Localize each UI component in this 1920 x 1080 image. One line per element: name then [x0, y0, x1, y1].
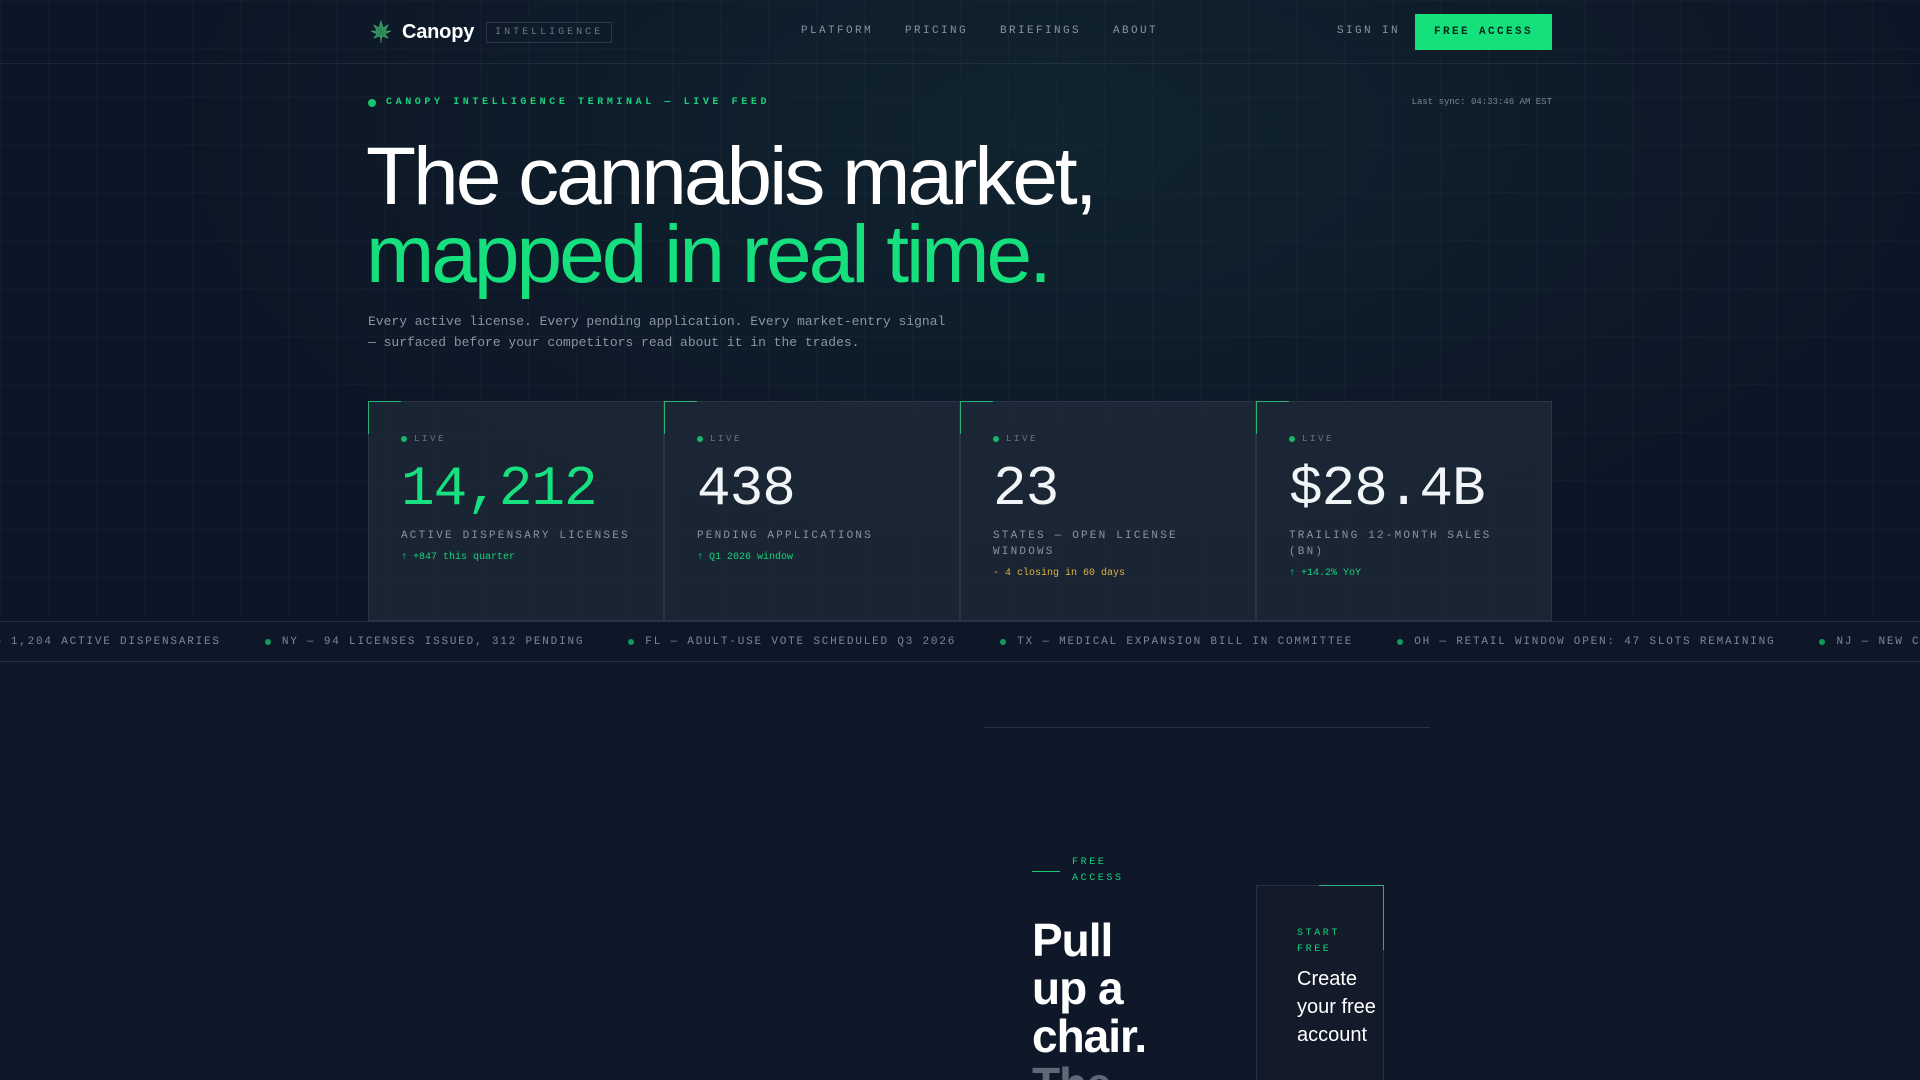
ticker-dot-icon — [1819, 639, 1826, 645]
live-indicator: LIVE — [697, 434, 927, 444]
live-feed-label: CANOPY INTELLIGENCE TERMINAL — LIVE FEED — [368, 97, 770, 108]
hero-subtext: Every active license. Every pending appl… — [368, 314, 946, 350]
heading-secondary: The — [1032, 1058, 1112, 1080]
ticker-dot-icon — [264, 639, 271, 645]
brand-tag: INTELLIGENCE — [486, 21, 613, 43]
signup-card-label: START FREE — [1297, 928, 1341, 955]
stat-card-sales: LIVE $28.4B TRAILING 12-MONTH SALES (BN)… — [1256, 401, 1552, 621]
ticker-text: FL — ADULT-USE VOTE SCHEDULED Q3 2026 — [645, 636, 957, 648]
nav-links: PLATFORM PRICING BRIEFINGS ABOUT — [801, 25, 1190, 37]
nav-link-pricing[interactable]: PRICING — [905, 25, 968, 37]
stat-card-licenses: LIVE 14,212 ACTIVE DISPENSARY LICENSES ↑… — [368, 401, 664, 621]
signup-card-title: Create your free account — [1297, 968, 1376, 1046]
stat-label: STATES — OPEN LICENSE WINDOWS — [993, 530, 1178, 558]
eyebrow-text: FREE ACCESS — [1072, 857, 1124, 884]
live-dot-icon — [368, 98, 376, 107]
ticker-text: TX — MEDICAL EXPANSION BILL IN COMMITTEE — [1017, 636, 1354, 648]
free-access-button[interactable]: FREE ACCESS — [1415, 14, 1552, 50]
top-nav: Canopy INTELLIGENCE PLATFORM PRICING BRI… — [0, 0, 1920, 64]
live-indicator: LIVE — [993, 434, 1223, 444]
ticker-text: NY — 94 LICENSES ISSUED, 312 PENDING — [281, 636, 585, 648]
free-access-eyebrow: FREE ACCESS — [1032, 855, 1142, 887]
stat-delta: ↑ Q1 2026 window — [697, 552, 794, 563]
sign-in-link[interactable]: SIGN IN — [1337, 25, 1400, 37]
stat-value: 23 — [993, 457, 1059, 521]
stat-delta: - 4 closing in 60 days — [993, 568, 1126, 579]
stat-delta: ↑ +14.2% YoY — [1289, 568, 1362, 579]
nav-link-briefings[interactable]: BRIEFINGS — [1000, 25, 1081, 37]
ticker-text: NJ — NEW CLASS B LICENSE — [1836, 636, 1920, 648]
ticker-item: FL — ADULT-USE VOTE SCHEDULED Q3 2026 — [628, 636, 956, 648]
ticker-item: — 1,204 ACTIVE DISPENSARIES — [0, 636, 221, 648]
live-label: LIVE — [1006, 434, 1039, 444]
eyebrow-line — [1032, 871, 1060, 872]
ticker-dot-icon — [1397, 639, 1404, 645]
live-label: LIVE — [414, 434, 447, 444]
feed-text: CANOPY INTELLIGENCE TERMINAL — LIVE FEED — [386, 97, 771, 108]
live-label: LIVE — [710, 434, 743, 444]
stat-value: 14,212 — [401, 457, 598, 521]
heading-primary: Pull up a chair. — [1032, 914, 1147, 1062]
stat-card-states: LIVE 23 STATES — OPEN LICENSE WINDOWS - … — [960, 401, 1256, 621]
ticker-text: OH — RETAIL WINDOW OPEN: 47 SLOTS REMAIN… — [1414, 636, 1776, 648]
live-label: LIVE — [1302, 434, 1335, 444]
last-sync: Last sync: 04:33:46 AM EST — [1411, 97, 1552, 107]
live-dot-icon — [697, 436, 703, 442]
cannabis-leaf-icon — [370, 20, 392, 43]
nav-link-about[interactable]: ABOUT — [1113, 25, 1158, 37]
hero-headline: The cannabis market, mapped in real time… — [366, 131, 1097, 300]
ticker-dot-icon — [1000, 639, 1007, 645]
live-dot-icon — [1289, 436, 1295, 442]
free-access-heading: Pull up a chair. The — [1032, 916, 1172, 1080]
stat-value: 438 — [697, 457, 796, 521]
signup-card: START FREE Create your free account — [1256, 885, 1384, 1080]
news-ticker: — 1,204 ACTIVE DISPENSARIES NY — 94 LICE… — [0, 621, 1920, 662]
live-dot-icon — [993, 436, 999, 442]
live-dot-icon — [401, 436, 407, 442]
stat-label: PENDING APPLICATIONS — [697, 530, 874, 542]
brand-name: Canopy — [402, 20, 475, 43]
section-divider — [984, 727, 1430, 728]
headline-line-1: The cannabis market, — [366, 131, 1097, 222]
ticker-item: NY — 94 LICENSES ISSUED, 312 PENDING — [264, 636, 585, 648]
ticker-track: — 1,204 ACTIVE DISPENSARIES NY — 94 LICE… — [0, 636, 1920, 648]
stat-delta: ↑ +847 this quarter — [401, 552, 516, 563]
live-indicator: LIVE — [1289, 434, 1519, 444]
nav-link-platform[interactable]: PLATFORM — [801, 25, 873, 37]
ticker-text: — 1,204 ACTIVE DISPENSARIES — [0, 636, 221, 648]
stat-value: $28.4B — [1289, 457, 1486, 521]
headline-line-2: mapped in real time. — [366, 209, 1052, 300]
brand[interactable]: Canopy INTELLIGENCE — [370, 18, 613, 46]
stat-cards: LIVE 14,212 ACTIVE DISPENSARY LICENSES ↑… — [368, 401, 1552, 621]
ticker-item: TX — MEDICAL EXPANSION BILL IN COMMITTEE — [1000, 636, 1353, 648]
stat-label: ACTIVE DISPENSARY LICENSES — [401, 530, 630, 542]
live-indicator: LIVE — [401, 434, 631, 444]
stat-card-pending: LIVE 438 PENDING APPLICATIONS ↑ Q1 2026 … — [664, 401, 960, 621]
stat-label: TRAILING 12-MONTH SALES (BN) — [1289, 530, 1492, 558]
ticker-dot-icon — [628, 639, 635, 645]
ticker-item: OH — RETAIL WINDOW OPEN: 47 SLOTS REMAIN… — [1397, 636, 1775, 648]
ticker-item: NJ — NEW CLASS B LICENSE — [1819, 636, 1920, 648]
